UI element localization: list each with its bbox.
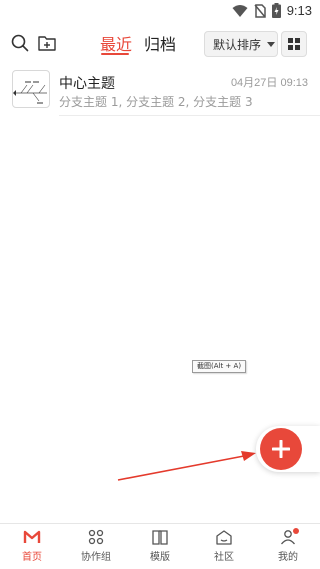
team-icon: [88, 529, 104, 545]
notification-badge: [293, 528, 299, 534]
community-icon: [216, 530, 232, 545]
nav-label: 模版: [150, 552, 170, 563]
bottom-nav: 首页 协作组 模版 社区 我的: [0, 523, 320, 569]
nav-team[interactable]: 协作组: [64, 524, 128, 569]
plus-icon: [272, 440, 290, 458]
nav-templates[interactable]: 模版: [128, 524, 192, 569]
nav-label: 协作组: [81, 552, 111, 563]
annotation-arrow: [117, 451, 256, 481]
nav-label: 我的: [278, 552, 298, 563]
nav-label: 首页: [22, 552, 42, 563]
home-logo-icon: [23, 530, 41, 543]
nav-label: 社区: [214, 552, 234, 563]
nav-community[interactable]: 社区: [192, 524, 256, 569]
nav-home[interactable]: 首页: [0, 524, 64, 569]
create-new-button[interactable]: [260, 428, 302, 470]
template-book-icon: [152, 530, 168, 545]
nav-profile[interactable]: 我的: [256, 524, 320, 569]
